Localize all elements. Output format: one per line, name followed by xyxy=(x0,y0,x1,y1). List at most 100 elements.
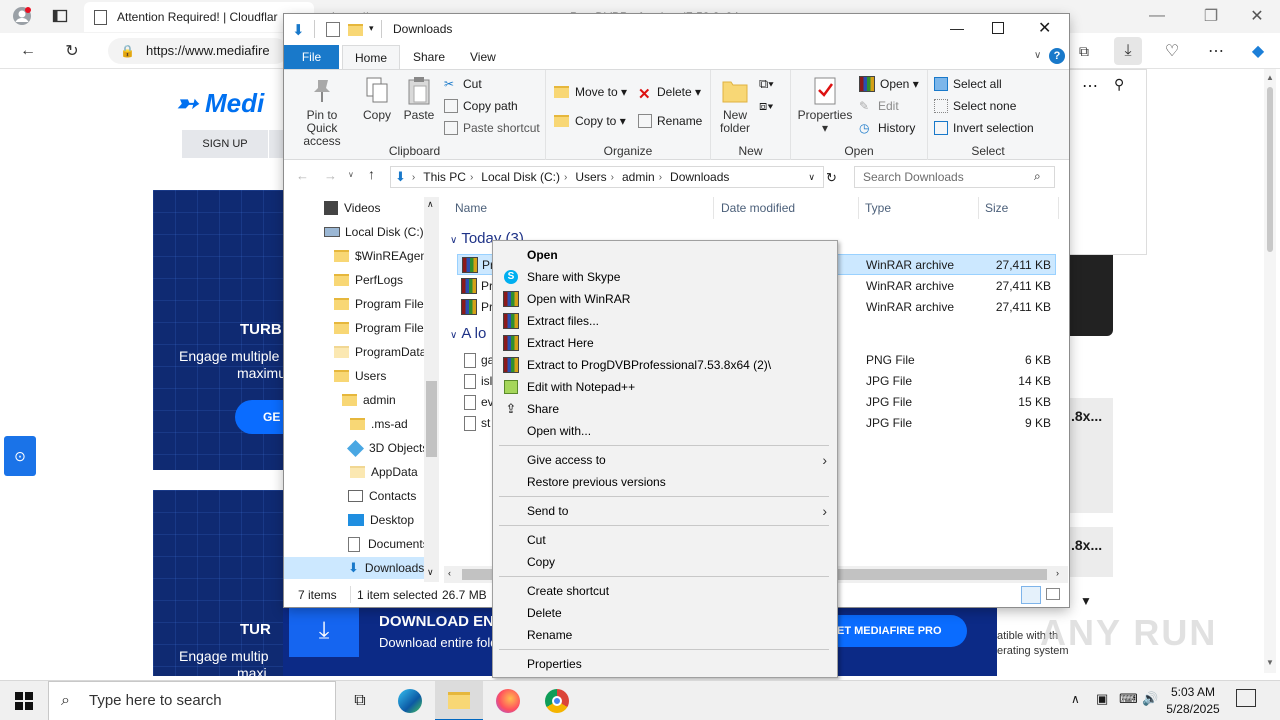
ctx-extract-to[interactable]: Extract to ProgDVBProfessional7.53.8x64 … xyxy=(493,354,837,376)
breadcrumb[interactable]: ⬇ › This PC › Local Disk (C:) › Users › … xyxy=(390,166,824,188)
network-icon[interactable]: ⌨ xyxy=(1119,691,1138,707)
nav-item-3d-objects[interactable]: 3D Objects xyxy=(347,437,428,459)
new-folder-button[interactable]: New folder xyxy=(715,76,755,135)
pin-quick-access-button[interactable]: Pin to Quick access xyxy=(290,76,354,148)
maximize-icon[interactable] xyxy=(992,22,1004,34)
details-view-icon[interactable] xyxy=(1021,586,1041,604)
right-file-card-1[interactable]: .8x... xyxy=(1069,398,1113,513)
more-icon[interactable]: ⋯ xyxy=(1082,76,1098,96)
signup-button[interactable]: SIGN UP xyxy=(182,130,268,158)
delete-button[interactable]: ✕ Delete ▾ xyxy=(638,82,701,103)
nav-item-users[interactable]: Users xyxy=(334,365,386,387)
scroll-up-icon[interactable]: ∧ xyxy=(427,199,434,210)
paste-shortcut-button[interactable]: Paste shortcut xyxy=(444,118,540,138)
nav-item-program-files[interactable]: Program Files xyxy=(334,293,430,315)
tab-file[interactable]: File xyxy=(284,45,339,69)
file-explorer-icon[interactable] xyxy=(435,681,483,720)
refresh-address-icon[interactable]: ↻ xyxy=(826,170,837,186)
firefox-icon[interactable] xyxy=(484,681,532,720)
close-browser-icon[interactable]: ✕ xyxy=(1243,2,1271,30)
copy-path-button[interactable]: Copy path xyxy=(444,96,518,116)
rename-button[interactable]: Rename xyxy=(638,111,702,131)
help-icon[interactable]: ? xyxy=(1049,48,1065,64)
nav-item-documents[interactable]: Documents xyxy=(348,533,429,555)
start-button[interactable] xyxy=(0,681,48,720)
downloads-icon[interactable]: ⤓ xyxy=(1114,37,1142,65)
new-folder-qat-icon[interactable] xyxy=(348,24,363,36)
nav-item-local-disk[interactable]: Local Disk (C:) xyxy=(324,221,424,243)
crumb-local-disk[interactable]: Local Disk (C:) xyxy=(481,170,560,184)
ctx-restore-versions[interactable]: Restore previous versions xyxy=(493,471,837,493)
open-button[interactable]: Open ▾ xyxy=(859,74,919,94)
properties-qat-icon[interactable] xyxy=(326,22,340,37)
qat-dropdown-icon[interactable]: ▾ xyxy=(369,23,374,34)
group-header-older[interactable]: ∨ A lo xyxy=(450,325,486,342)
large-icons-view-icon[interactable] xyxy=(1046,588,1060,600)
pin-icon[interactable]: ⚲ xyxy=(1114,76,1124,93)
ctx-open-winrar[interactable]: Open with WinRAR xyxy=(493,288,837,310)
tab-actions-icon[interactable] xyxy=(46,2,74,30)
move-to-button[interactable]: Move to ▾ xyxy=(554,82,627,102)
recent-locations-icon[interactable]: ∨ xyxy=(348,170,354,179)
taskbar-search-input[interactable]: ⌕ Type here to search xyxy=(48,681,336,720)
nav-item-perflogs[interactable]: PerfLogs xyxy=(334,269,403,291)
right-file-card-2[interactable]: .8x... xyxy=(1069,527,1113,577)
scroll-down-icon[interactable]: ∨ xyxy=(427,567,434,578)
ctx-extract-here[interactable]: Extract Here xyxy=(493,332,837,354)
ctx-delete[interactable]: Delete xyxy=(493,602,837,624)
nav-button-partial[interactable] xyxy=(269,130,285,158)
browser-essentials-icon[interactable]: ♡ xyxy=(1158,37,1186,65)
select-none-button[interactable]: Select none xyxy=(934,96,1016,116)
easy-access-icon[interactable]: ⧈▾ xyxy=(759,98,774,114)
clock[interactable]: 5:03 AM 5/28/2025 xyxy=(1157,684,1229,718)
tab-home[interactable]: Home xyxy=(342,45,401,69)
task-view-icon[interactable]: ⧉ xyxy=(336,681,384,720)
nav-scrollbar[interactable]: ∧ ∨ xyxy=(424,197,439,582)
back-icon[interactable]: ← xyxy=(14,37,42,65)
scroll-right-icon[interactable]: › xyxy=(1056,568,1059,578)
ctx-share-skype[interactable]: S Share with Skype xyxy=(493,266,837,288)
new-item-icon[interactable]: ⧉▾ xyxy=(759,76,774,92)
column-name[interactable]: Name xyxy=(449,197,714,219)
nav-back-icon[interactable]: ← xyxy=(296,168,309,183)
history-button[interactable]: ◷ History xyxy=(859,118,915,138)
minimize-browser-icon[interactable]: — xyxy=(1143,2,1171,30)
nav-item-ms-ad[interactable]: .ms-ad xyxy=(350,413,408,435)
browser-tab-cloudflare[interactable]: Attention Required! | Cloudflar xyxy=(84,2,314,32)
column-date-modified[interactable]: Date modified xyxy=(715,197,859,219)
minimize-icon[interactable]: — xyxy=(950,20,964,36)
search-downloads-input[interactable]: Search Downloads xyxy=(854,166,1055,188)
tab-view[interactable]: View xyxy=(458,45,508,69)
crumb-admin[interactable]: admin xyxy=(622,170,655,184)
crumb-users[interactable]: Users xyxy=(575,170,606,184)
ctx-send-to[interactable]: Send to › xyxy=(493,500,837,522)
mediafire-logo[interactable]: ➳ Medi xyxy=(176,88,264,119)
refresh-icon[interactable]: ↻ xyxy=(58,37,86,65)
ctx-cut[interactable]: Cut xyxy=(493,529,837,551)
nav-scroll-thumb[interactable] xyxy=(426,381,437,457)
profile-avatar-icon[interactable] xyxy=(8,2,36,30)
nav-item-videos[interactable]: Videos xyxy=(324,197,380,219)
nav-item-appdata[interactable]: AppData xyxy=(350,461,418,483)
close-icon[interactable]: ✕ xyxy=(1038,18,1051,38)
volume-icon[interactable]: 🔊 xyxy=(1142,691,1158,707)
ctx-share[interactable]: ⇪ Share xyxy=(493,398,837,420)
search-icon[interactable]: ⌕ xyxy=(1034,169,1041,184)
ctx-properties[interactable]: Properties xyxy=(493,653,837,675)
show-hidden-icons-icon[interactable]: ∧ xyxy=(1071,692,1080,706)
edit-button[interactable]: ✎ Edit xyxy=(859,96,899,116)
scroll-up-icon[interactable]: ▲ xyxy=(1266,73,1274,82)
copilot-icon[interactable]: ◆ xyxy=(1244,37,1272,65)
invert-selection-button[interactable]: Invert selection xyxy=(934,118,1034,138)
scroll-down-icon[interactable]: ▼ xyxy=(1266,658,1274,667)
nav-forward-icon[interactable]: → xyxy=(324,168,337,183)
crumb-downloads[interactable]: Downloads xyxy=(670,170,729,184)
page-scrollbar[interactable]: ▲ ▼ xyxy=(1264,69,1276,673)
column-type[interactable]: Type xyxy=(859,197,979,219)
nav-item-program-files-x86[interactable]: Program Files xyxy=(334,317,430,339)
chrome-icon[interactable] xyxy=(533,681,581,720)
ctx-open[interactable]: Open xyxy=(493,244,837,266)
nav-item-downloads[interactable]: ⬇ Downloads xyxy=(284,557,424,579)
column-size[interactable]: Size xyxy=(979,197,1059,219)
dropdown-icon[interactable]: ▼ xyxy=(1080,594,1092,608)
